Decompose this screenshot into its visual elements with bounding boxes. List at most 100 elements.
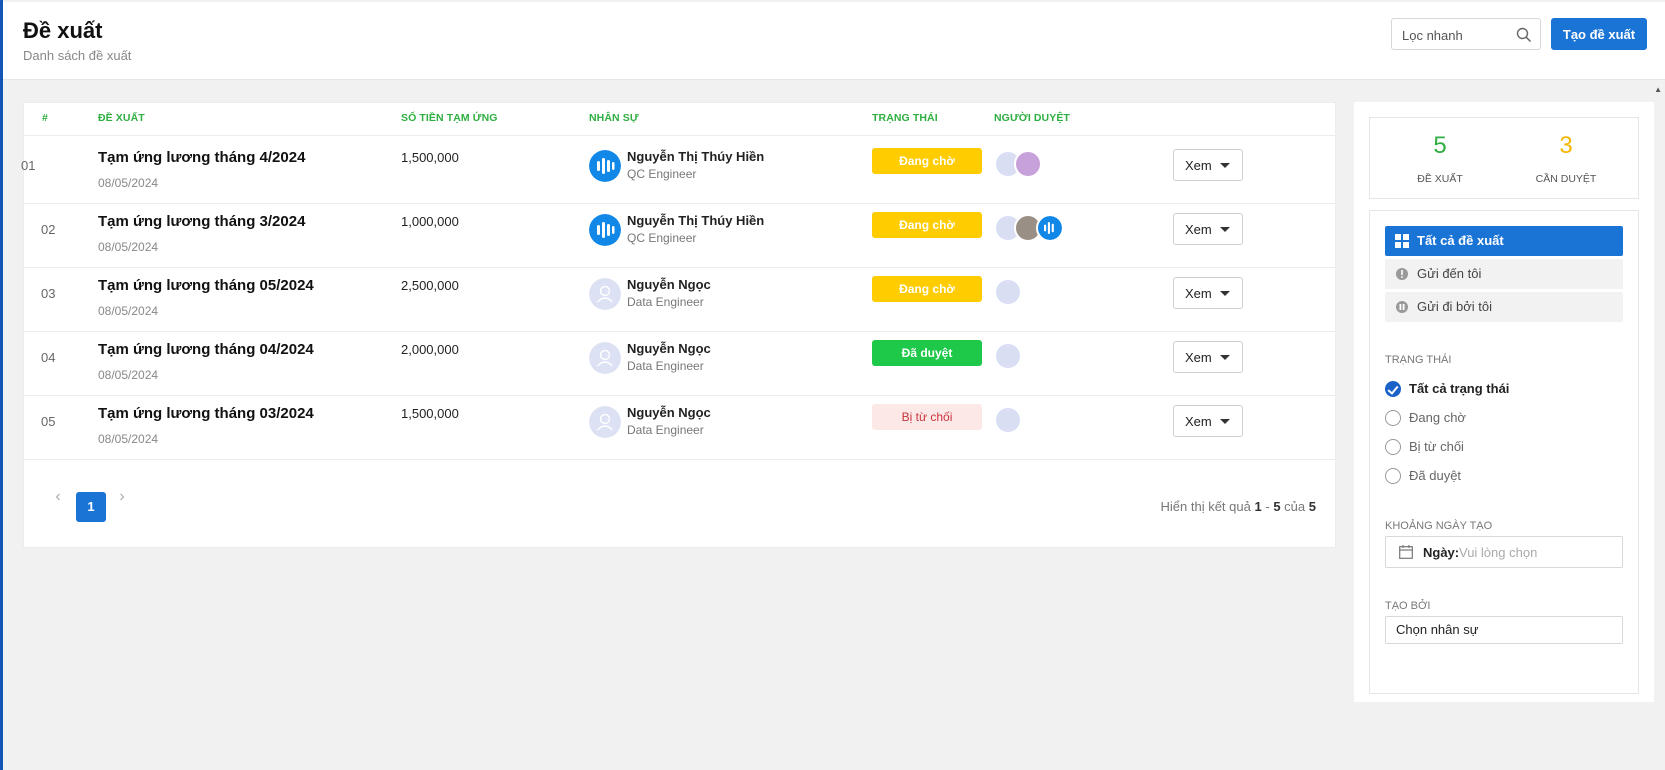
proposal-date: 08/05/2024: [98, 176, 159, 190]
table-row: 03 Tạm ứng lương tháng 05/2024 08/05/202…: [24, 264, 1337, 332]
view-dropdown-button[interactable]: Xem: [1173, 149, 1243, 181]
prev-page-button[interactable]: ‹: [48, 485, 68, 509]
user-placeholder-avatar: [589, 406, 621, 438]
view-dropdown-button[interactable]: Xem: [1173, 405, 1243, 437]
radio-icon: [1385, 468, 1401, 484]
user-placeholder-avatar: [589, 278, 621, 310]
date-range-picker[interactable]: Ngày: Vui lòng chọn: [1385, 536, 1623, 568]
left-accent-bar: [0, 0, 3, 770]
advance-amount: 2,500,000: [401, 278, 459, 293]
radio-icon: [1385, 439, 1401, 455]
status-badge: Đang chờ: [872, 276, 982, 302]
view-dropdown-button[interactable]: Xem: [1173, 277, 1243, 309]
proposal-date: 08/05/2024: [98, 304, 159, 318]
scroll-up-arrow-icon[interactable]: ▲: [1654, 85, 1662, 94]
employee-role: Data Engineer: [627, 295, 704, 309]
row-index: 01: [21, 158, 36, 173]
chevron-down-icon: [1220, 291, 1230, 296]
quick-filter: [1391, 18, 1541, 50]
column-header-approver: Người duyệt: [994, 112, 1070, 124]
table-row: 01 Tạm ứng lương tháng 4/2024 08/05/2024…: [21, 136, 1337, 204]
view-label: Xem: [1185, 157, 1212, 173]
date-placeholder: Vui lòng chọn: [1459, 545, 1538, 560]
proposal-table: # Đề xuất Số tiền tạm ứng Nhân sự Trạng …: [21, 102, 1337, 548]
page-subtitle: Danh sách đề xuất: [23, 48, 132, 63]
employee-name: Nguyễn Thị Thúy Hiền: [627, 149, 765, 164]
avatar: [1036, 214, 1064, 242]
created-by-section-title: Tạo bởi: [1385, 600, 1431, 612]
top-header: Đề xuất Danh sách đề xuất Tạo đề xuất: [3, 2, 1665, 80]
proposal-date: 08/05/2024: [98, 240, 159, 254]
table-row: 05 Tạm ứng lương tháng 03/2024 08/05/202…: [24, 392, 1337, 460]
avatar: [994, 406, 1022, 434]
calendar-icon: [1399, 545, 1413, 559]
status-radio-all[interactable]: Tất cả trạng thái: [1385, 379, 1625, 399]
row-index: 02: [41, 222, 56, 237]
filter-sidebar: 5 Đề xuất 3 Cần duyệt Tất cả đề xuất Gửi…: [1354, 102, 1654, 702]
advance-amount: 1,500,000: [401, 150, 459, 165]
status-badge: Bị từ chối: [872, 404, 982, 430]
filter-label: Tất cả đề xuất: [1417, 233, 1504, 248]
next-page-button[interactable]: ›: [112, 485, 132, 509]
table-row: 02 Tạm ứng lương tháng 3/2024 08/05/2024…: [24, 200, 1337, 268]
employee-name: Nguyễn Ngọc: [627, 341, 711, 356]
user-placeholder-avatar: [589, 342, 621, 374]
proposal-date: 08/05/2024: [98, 432, 159, 446]
avatar: [994, 342, 1022, 370]
proposal-title[interactable]: Tạm ứng lương tháng 03/2024: [98, 405, 314, 422]
stats-panel: 5 Đề xuất 3 Cần duyệt: [1369, 117, 1639, 199]
quick-filter-input[interactable]: [1402, 25, 1512, 45]
status-radio-rejected[interactable]: Bị từ chối: [1385, 437, 1625, 457]
column-header-proposal: Đề xuất: [98, 112, 145, 124]
view-label: Xem: [1185, 221, 1212, 237]
employee-role: QC Engineer: [627, 167, 697, 181]
page-button-1[interactable]: 1: [76, 492, 106, 522]
radio-label: Đang chờ: [1409, 410, 1466, 425]
status-radio-approved[interactable]: Đã duyệt: [1385, 466, 1625, 486]
employee-name: Nguyễn Ngọc: [627, 405, 711, 420]
employee-name: Nguyễn Ngọc: [627, 277, 711, 292]
proposal-date: 08/05/2024: [98, 368, 159, 382]
proposal-title[interactable]: Tạm ứng lương tháng 3/2024: [98, 213, 305, 230]
pending-review-count: 3: [1559, 132, 1573, 159]
row-index: 04: [41, 350, 56, 365]
avatar: [1014, 150, 1042, 178]
advance-amount: 2,000,000: [401, 342, 459, 357]
column-header-status: Trạng thái: [872, 112, 938, 124]
created-by-select[interactable]: Chọn nhân sự: [1385, 616, 1623, 644]
status-badge: Đang chờ: [872, 212, 982, 238]
company-logo-avatar: [589, 150, 621, 182]
filter-sent-by-me[interactable]: Gửi đi bởi tôi: [1385, 292, 1623, 322]
radio-checked-icon: [1385, 381, 1401, 397]
proposal-title[interactable]: Tạm ứng lương tháng 4/2024: [98, 149, 305, 166]
advance-amount: 1,000,000: [401, 214, 459, 229]
grid-icon: [1395, 234, 1409, 248]
radio-label: Đã duyệt: [1409, 468, 1462, 483]
filter-label: Gửi đi bởi tôi: [1417, 299, 1493, 314]
column-header-amount: Số tiền tạm ứng: [401, 112, 498, 124]
view-label: Xem: [1185, 349, 1212, 365]
employee-role: Data Engineer: [627, 423, 704, 437]
filter-sent-to-me[interactable]: Gửi đến tôi: [1385, 259, 1623, 289]
pagination-to: 5: [1273, 499, 1281, 514]
radio-icon: [1385, 410, 1401, 426]
proposal-title[interactable]: Tạm ứng lương tháng 04/2024: [98, 341, 314, 358]
radio-label: Bị từ chối: [1409, 439, 1464, 454]
employee-role: QC Engineer: [627, 231, 697, 245]
create-proposal-button[interactable]: Tạo đề xuất: [1551, 18, 1647, 50]
chevron-down-icon: [1220, 419, 1230, 424]
pagination-separator: -: [1265, 499, 1270, 514]
chevron-down-icon: [1220, 227, 1230, 232]
column-header-employee: Nhân sự: [589, 112, 639, 124]
filter-all-proposals[interactable]: Tất cả đề xuất: [1385, 226, 1623, 256]
proposal-count-label: Đề xuất: [1417, 173, 1463, 185]
view-dropdown-button[interactable]: Xem: [1173, 213, 1243, 245]
proposal-title[interactable]: Tạm ứng lương tháng 05/2024: [98, 277, 314, 294]
employee-name: Nguyễn Thị Thúy Hiền: [627, 213, 765, 228]
view-dropdown-button[interactable]: Xem: [1173, 341, 1243, 373]
filter-label: Gửi đến tôi: [1417, 266, 1482, 281]
search-icon[interactable]: [1516, 27, 1532, 43]
date-range-section-title: Khoảng ngày tạo: [1385, 520, 1493, 532]
filter-panel: Tất cả đề xuất Gửi đến tôi Gửi đi bởi tô…: [1369, 210, 1639, 694]
status-radio-pending[interactable]: Đang chờ: [1385, 408, 1625, 428]
